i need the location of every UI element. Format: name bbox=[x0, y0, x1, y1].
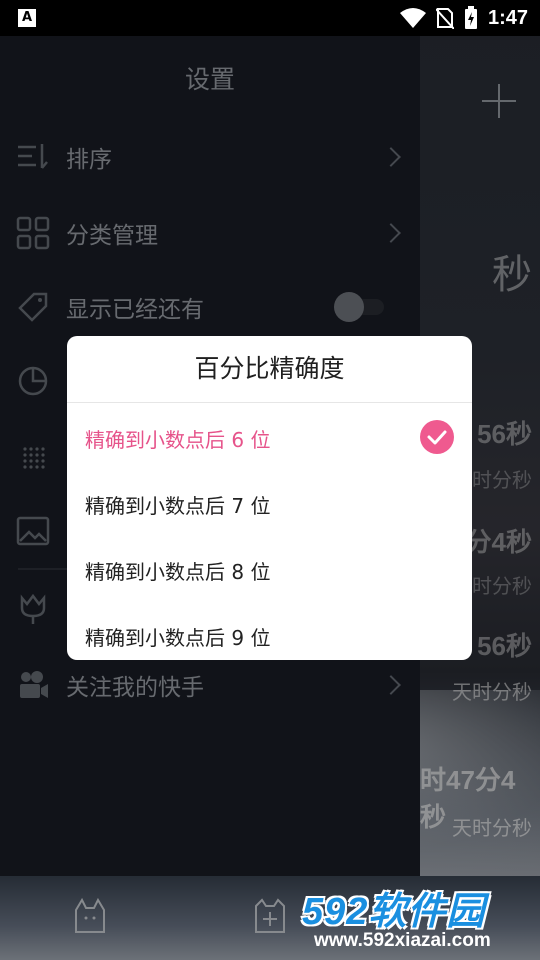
grid-icon bbox=[16, 216, 50, 250]
menu-item-show-elapsed[interactable]: 显示已经还有 bbox=[0, 270, 420, 344]
menu-label: 关注我的快手 bbox=[66, 675, 204, 701]
no-sim-icon bbox=[435, 8, 454, 29]
option-label: 精确到小数点后 9 位 bbox=[85, 626, 271, 650]
watermark: 592软件园 www.592xiazai.com bbox=[296, 880, 540, 960]
sort-icon bbox=[18, 144, 48, 169]
wifi-icon bbox=[399, 8, 426, 28]
chevron-right-icon bbox=[381, 223, 401, 243]
tag-icon bbox=[18, 292, 48, 322]
chevron-right-icon bbox=[381, 675, 401, 695]
option-label: 精确到小数点后 6 位 bbox=[85, 428, 271, 452]
watermark-url: www.592xiazai.com bbox=[314, 930, 491, 951]
bg-line: 56秒 bbox=[477, 419, 532, 449]
bg-line: 56秒 bbox=[477, 631, 532, 661]
option-9-digits[interactable]: 精确到小数点后 9 位 bbox=[67, 602, 472, 660]
image-icon bbox=[16, 516, 50, 546]
add-icon[interactable] bbox=[482, 84, 516, 118]
menu-label: 显示已经还有 bbox=[66, 297, 204, 323]
option-7-digits[interactable]: 精确到小数点后 7 位 bbox=[67, 470, 472, 536]
dialog-title: 百分比精确度 bbox=[194, 354, 345, 383]
bg-line: 秒 bbox=[492, 253, 532, 297]
menu-item-category-management[interactable]: 分类管理 bbox=[0, 196, 420, 270]
dialog-divider bbox=[67, 402, 472, 403]
bg-line: 分4秒 bbox=[465, 527, 532, 557]
camera-icon bbox=[20, 671, 48, 698]
dots-grid-icon bbox=[23, 447, 45, 469]
menu-item-sort[interactable]: 排序 bbox=[0, 120, 420, 194]
option-8-digits[interactable]: 精确到小数点后 8 位 bbox=[67, 536, 472, 602]
app-notification-icon: A bbox=[18, 9, 36, 27]
bg-line: 天时分秒 bbox=[452, 682, 532, 704]
pie-chart-icon bbox=[18, 366, 48, 396]
clock: 1:47 bbox=[487, 6, 528, 29]
chevron-right-icon bbox=[381, 147, 401, 167]
menu-label: 分类管理 bbox=[66, 223, 158, 249]
toggle-knob bbox=[334, 292, 364, 322]
menu-label: 排序 bbox=[66, 147, 112, 173]
watermark-brand: 592软件园 bbox=[302, 891, 486, 933]
battery-charging-icon bbox=[464, 6, 477, 29]
check-icon bbox=[420, 420, 454, 454]
option-6-digits[interactable]: 精确到小数点后 6 位 bbox=[67, 404, 472, 470]
option-label: 精确到小数点后 7 位 bbox=[85, 494, 271, 518]
add-event-icon[interactable] bbox=[252, 896, 288, 936]
option-label: 精确到小数点后 8 位 bbox=[85, 560, 271, 584]
drawer-title: 设置 bbox=[184, 65, 235, 94]
bg-line: 天时分秒 bbox=[452, 818, 532, 840]
tulip-icon bbox=[20, 593, 46, 624]
status-bar: A 1:47 bbox=[0, 0, 540, 36]
precision-dialog: 百分比精确度 精确到小数点后 6 位 精确到小数点后 7 位 精确到小数点后 8… bbox=[67, 336, 472, 660]
cat-home-icon[interactable] bbox=[72, 896, 108, 936]
show-elapsed-toggle[interactable] bbox=[334, 292, 386, 322]
